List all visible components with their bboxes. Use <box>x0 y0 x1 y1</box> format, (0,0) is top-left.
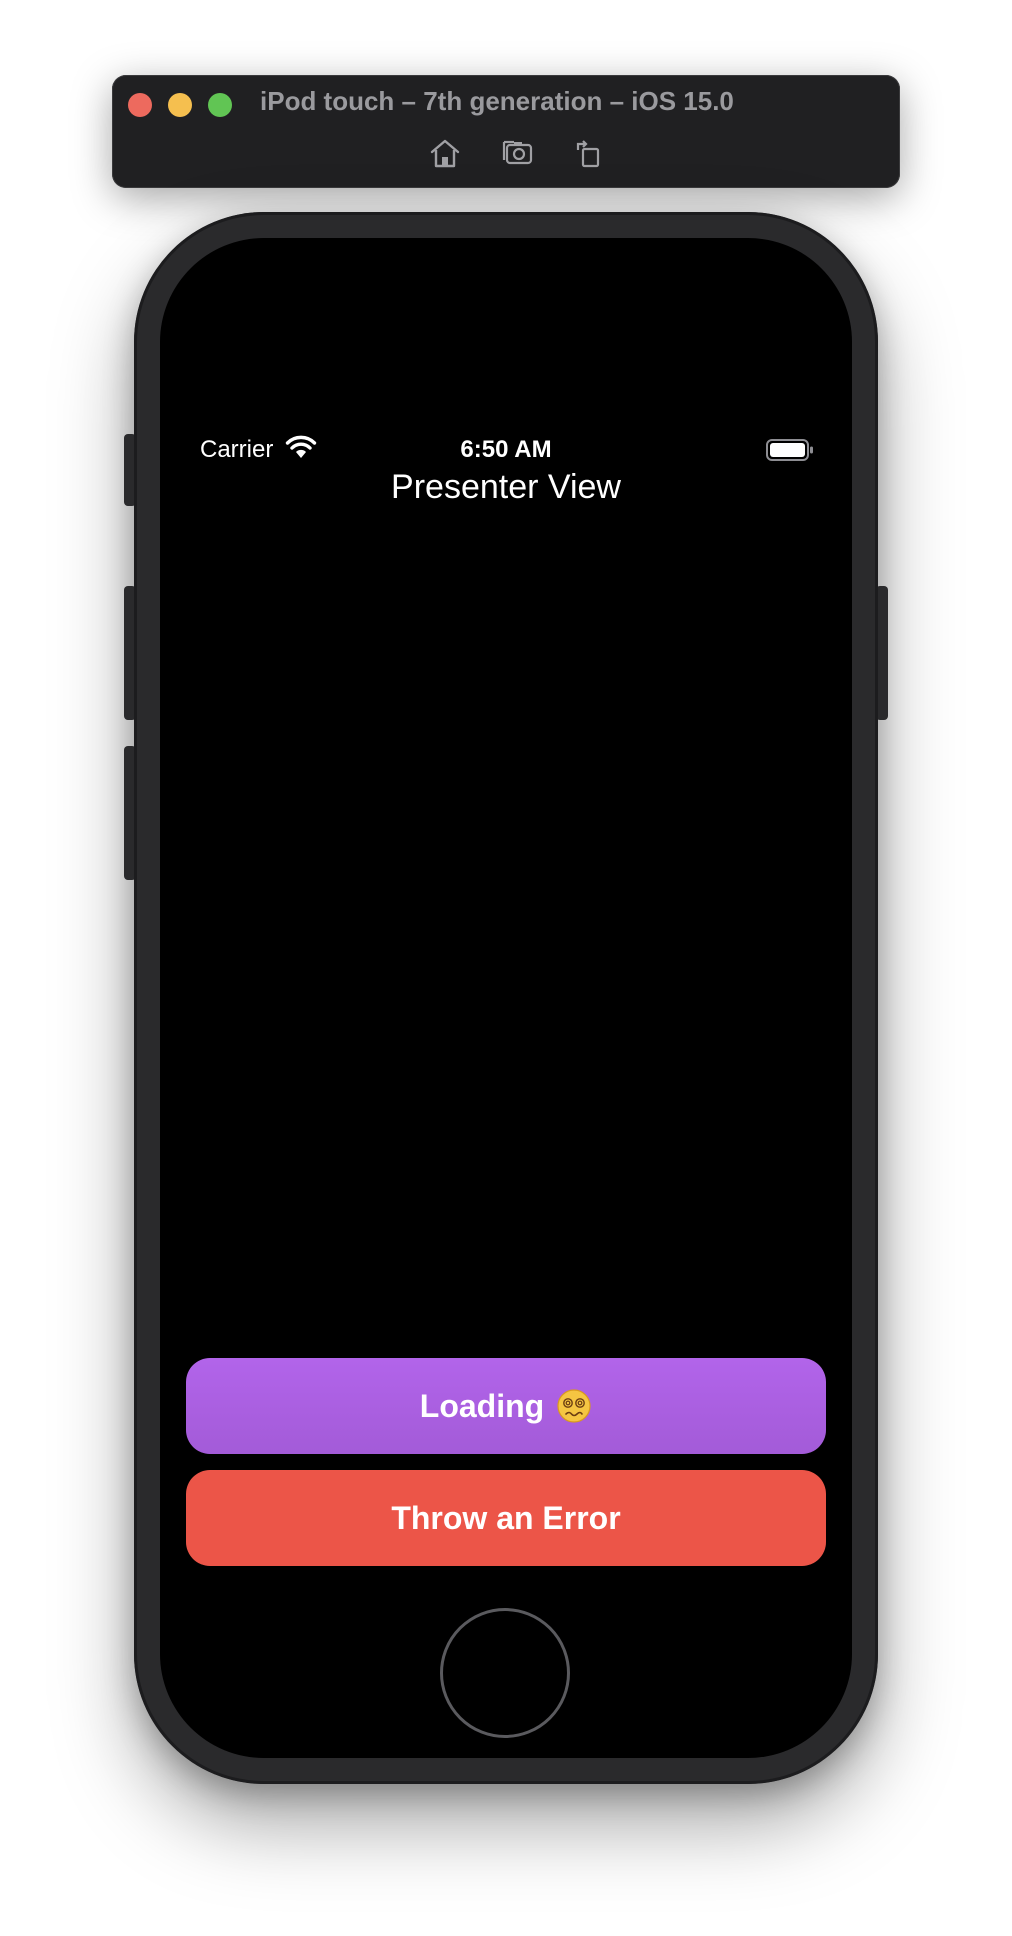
rotate-icon[interactable] <box>572 136 606 170</box>
status-time: 6:50 AM <box>460 436 552 463</box>
dizzy-face-emoji-icon <box>556 1388 592 1424</box>
minimize-window-button[interactable] <box>168 93 192 117</box>
close-window-button[interactable] <box>128 93 152 117</box>
battery-icon <box>766 438 814 462</box>
camera-icon[interactable] <box>501 136 535 170</box>
loading-button-label: Loading <box>419 1387 545 1424</box>
simulator-stage: iPod touch – 7th generation – iOS 15.0 C… <box>0 0 1012 1936</box>
loading-button[interactable]: Loading <box>186 1358 826 1454</box>
simulator-title: iPod touch – 7th generation – iOS 15.0 <box>260 86 734 116</box>
home-button[interactable] <box>440 1608 570 1738</box>
throw-error-button[interactable]: Throw an Error <box>186 1470 826 1566</box>
zoom-window-button[interactable] <box>208 93 232 117</box>
throw-error-button-label: Throw an Error <box>391 1499 621 1536</box>
home-icon[interactable] <box>428 136 462 170</box>
page-title: Presenter View <box>391 468 621 506</box>
device-screen: Carrier 6:50 AM Presenter View Loading T… <box>160 238 852 1758</box>
